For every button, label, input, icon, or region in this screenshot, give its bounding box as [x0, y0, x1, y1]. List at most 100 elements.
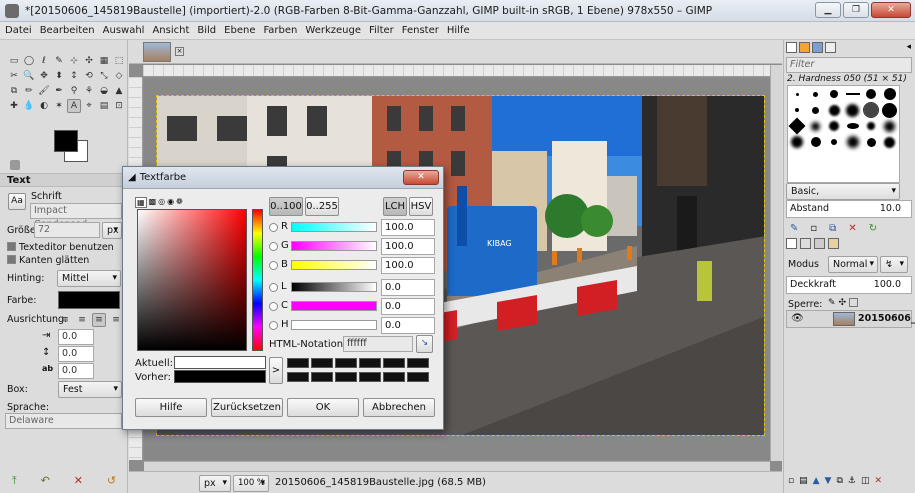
dodge-icon[interactable]: ◐ [37, 99, 51, 113]
shear-icon[interactable]: ◇ [112, 69, 126, 83]
menu-bearbeiten[interactable]: Bearbeiten [40, 25, 95, 36]
brush-item[interactable] [829, 121, 840, 131]
heal-icon[interactable]: ✚ [7, 99, 21, 113]
horizontal-scrollbar[interactable] [144, 461, 770, 471]
new-brush-icon[interactable]: ▫ [810, 223, 817, 234]
cancel-button[interactable]: Abbrechen [363, 398, 435, 417]
use-editor-checkbox[interactable] [7, 242, 16, 251]
font-field[interactable]: Impact Condensed [30, 203, 122, 230]
gradient-icon[interactable]: ▲ [112, 84, 126, 98]
brush-item[interactable] [791, 136, 804, 148]
green-radio[interactable] [269, 242, 278, 251]
brush-item[interactable] [831, 139, 838, 145]
brush-item[interactable] [795, 92, 799, 96]
ellipse-select-icon[interactable]: ◯ [22, 54, 36, 68]
range-255-button[interactable]: 0..255 [305, 197, 339, 216]
indent-field[interactable]: 0.0 [58, 329, 94, 345]
unit-select[interactable]: px [199, 475, 231, 492]
brush-item[interactable] [788, 117, 806, 135]
reset-button[interactable]: Zurücksetzen [211, 398, 283, 417]
help-button[interactable]: Hilfe [135, 398, 207, 417]
cage-icon[interactable]: ⊡ [112, 99, 126, 113]
brush-item[interactable] [866, 137, 876, 147]
fg-bg-colors[interactable] [54, 130, 94, 170]
brush-filter-input[interactable]: Filter [786, 57, 912, 73]
history-swatch[interactable] [407, 358, 429, 368]
menu-ansicht[interactable]: Ansicht [152, 25, 189, 36]
vertical-scrollbar[interactable] [770, 65, 782, 461]
hinting-select[interactable]: Mittel [57, 270, 121, 287]
menu-werkzeuge[interactable]: Werkzeuge [305, 25, 361, 36]
history-swatch[interactable] [311, 358, 333, 368]
history-swatch[interactable] [359, 372, 381, 382]
ok-button[interactable]: OK [287, 398, 359, 417]
text-color-button[interactable] [58, 291, 120, 309]
brushes-tab-icon[interactable] [786, 42, 797, 53]
chroma-value[interactable]: 0.0 [381, 298, 435, 315]
wheel-selector-icon[interactable]: ◎ [158, 197, 165, 208]
measure-icon[interactable]: ↕ [67, 69, 81, 83]
box-select[interactable]: Fest [58, 381, 122, 398]
close-tab-icon[interactable]: × [175, 47, 184, 56]
delete-brush-icon[interactable]: ✕ [848, 223, 856, 234]
gradients-tab-icon[interactable] [812, 42, 823, 53]
maximize-button[interactable]: ❐ [843, 2, 869, 18]
color-picker-icon[interactable]: ↘ [416, 335, 433, 353]
lock-position-icon[interactable]: ✣ [839, 298, 847, 308]
mask-layer-icon[interactable]: ◫ [861, 476, 870, 486]
horizontal-ruler[interactable] [143, 65, 770, 77]
brush-item[interactable] [884, 136, 896, 148]
save-options-icon[interactable]: ⤒ [12, 474, 17, 488]
scale-icon[interactable]: ⤡ [97, 69, 111, 83]
use-editor-row[interactable]: Texteditor benutzen [7, 242, 114, 253]
history-swatch[interactable] [335, 358, 357, 368]
cmyk-selector-icon[interactable]: ▩ [149, 197, 157, 208]
brush-item[interactable] [811, 121, 821, 131]
menu-auswahl[interactable]: Auswahl [103, 25, 145, 36]
crop-icon[interactable]: ⬚ [112, 54, 126, 68]
brush-item[interactable] [863, 102, 880, 118]
free-select-icon[interactable]: ℓ [37, 54, 51, 68]
hue-strip[interactable] [252, 209, 263, 351]
brush-item[interactable] [795, 108, 800, 112]
fonts-tab-icon[interactable] [825, 42, 836, 53]
green-value[interactable]: 100.0 [381, 238, 435, 255]
lch-button[interactable]: LCH [383, 197, 407, 216]
antialias-checkbox[interactable] [7, 255, 16, 264]
airbrush-icon[interactable]: ⚲ [67, 84, 81, 98]
lock-alpha-checkbox[interactable] [849, 298, 859, 307]
gimp-selector-icon[interactable]: ▦ [135, 197, 147, 208]
fuzzy-select-icon[interactable]: ⊹ [67, 54, 81, 68]
composite-select[interactable]: ↯ [880, 256, 908, 273]
saturation-value-picker[interactable] [137, 209, 247, 351]
lower-layer-icon[interactable]: ▼ [825, 476, 832, 486]
history-swatch[interactable] [335, 372, 357, 382]
language-field[interactable]: Delaware [5, 413, 122, 429]
delete-layer-icon[interactable]: ✕ [875, 476, 883, 486]
rect-select-icon[interactable]: ▭ [7, 54, 21, 68]
layer-row[interactable]: 👁 20150606_ [786, 310, 915, 328]
menu-hilfe[interactable]: Hilfe [447, 25, 470, 36]
duplicate-brush-icon[interactable]: ⧉ [829, 223, 836, 234]
history-swatch[interactable] [383, 372, 405, 382]
line-spacing-field[interactable]: 0.0 [58, 346, 94, 362]
triangle-selector-icon[interactable]: ◉ [167, 197, 174, 208]
foreground-color[interactable] [54, 130, 78, 152]
reset-colors-icon[interactable] [10, 160, 20, 170]
blue-slider[interactable] [291, 260, 377, 270]
rotate-icon[interactable]: ⟲ [82, 69, 96, 83]
history-swatch[interactable] [407, 372, 429, 382]
layer-thumbnail[interactable] [833, 312, 855, 326]
undo-tab-icon[interactable] [828, 238, 839, 249]
hue-slider[interactable] [291, 320, 377, 330]
brush-item[interactable] [845, 93, 860, 95]
watercolor-selector-icon[interactable]: ❁ [176, 197, 183, 208]
raise-layer-icon[interactable]: ▲ [813, 476, 820, 486]
menu-farben[interactable]: Farben [263, 25, 297, 36]
green-slider[interactable] [291, 241, 377, 251]
size-unit-select[interactable]: px [102, 222, 122, 239]
clone-icon[interactable]: ⚘ [82, 84, 96, 98]
chroma-slider[interactable] [291, 301, 377, 311]
font-button[interactable]: Aa [8, 193, 26, 210]
history-swatch[interactable] [287, 372, 309, 382]
